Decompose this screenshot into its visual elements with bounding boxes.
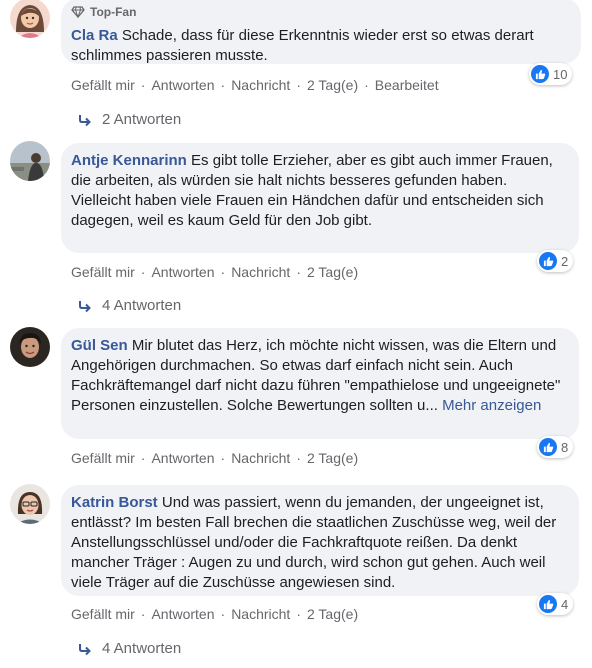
comment-actions: Gefällt mir · Antworten · Nachricht · 2 Tag… (71, 77, 439, 93)
reply-arrow-icon (79, 643, 91, 655)
message-button[interactable]: Nachricht (231, 450, 290, 466)
diamond-icon (71, 6, 85, 18)
top-fan-badge: Top-Fan (71, 4, 569, 20)
avatar[interactable] (10, 484, 50, 524)
replies-label: 2 Antworten (102, 111, 182, 128)
like-button[interactable]: Gefällt mir (71, 264, 135, 280)
avatar-photo-icon (10, 327, 50, 367)
reply-button[interactable]: Antworten (151, 450, 214, 466)
message-button[interactable]: Nachricht (231, 606, 290, 622)
comment-bubble: Antje Kennarinn Es gibt tolle Erzieher, … (61, 143, 579, 253)
avatar[interactable] (10, 0, 50, 38)
comment-bubble: Gül Sen Mir blutet das Herz, ich möchte … (61, 328, 579, 439)
comment-author[interactable]: Antje Kennarinn (71, 152, 187, 169)
like-thumb-icon (539, 438, 557, 456)
like-thumb-icon (531, 65, 549, 83)
reply-button[interactable]: Antworten (151, 77, 214, 93)
timestamp[interactable]: 2 Tag(e) (307, 264, 358, 280)
like-button[interactable]: Gefällt mir (71, 450, 135, 466)
reply-button[interactable]: Antworten (151, 264, 214, 280)
avatar[interactable] (10, 141, 50, 181)
reaction-count[interactable]: 4 (537, 593, 574, 615)
reply-button[interactable]: Antworten (151, 606, 214, 622)
badge-label: Top-Fan (90, 5, 137, 19)
reply-arrow-icon (79, 114, 91, 126)
comment-text: Schade, dass für diese Erkenntnis wieder… (71, 27, 538, 64)
reaction-number: 8 (561, 439, 569, 455)
comment-author[interactable]: Gül Sen (71, 337, 128, 354)
comment-bubble: Katrin Borst Und was passiert, wenn du j… (61, 485, 579, 596)
replies-label: 4 Antworten (102, 640, 182, 657)
view-replies-button[interactable]: 2 Antworten (78, 111, 181, 128)
timestamp[interactable]: 2 Tag(e) (307, 450, 358, 466)
like-button[interactable]: Gefällt mir (71, 606, 135, 622)
comment-author[interactable]: Katrin Borst (71, 494, 158, 511)
comment-actions: Gefällt mir · Antworten · Nachricht · 2 Tag… (71, 264, 359, 280)
view-replies-button[interactable]: 4 Antworten (78, 640, 181, 657)
replies-label: 4 Antworten (102, 297, 182, 314)
avatar-photo-icon (10, 141, 50, 181)
comment-actions: Gefällt mir · Antworten · Nachricht · 2 Tag… (71, 450, 359, 466)
like-button[interactable]: Gefällt mir (71, 77, 135, 93)
see-more-link[interactable]: Mehr anzeigen (442, 397, 541, 414)
comment-actions: Gefällt mir · Antworten · Nachricht · 2 Tag… (71, 606, 359, 622)
like-thumb-icon (539, 595, 557, 613)
message-button[interactable]: Nachricht (231, 264, 290, 280)
reaction-number: 4 (561, 596, 569, 612)
comment-author[interactable]: Cla Ra (71, 27, 118, 44)
edited-label: Bearbeitet (374, 77, 439, 93)
like-thumb-icon (539, 252, 557, 270)
avatar[interactable] (10, 327, 50, 367)
avatar-photo-icon (10, 484, 50, 524)
reaction-count[interactable]: 8 (537, 436, 574, 458)
reaction-count[interactable]: 2 (537, 250, 574, 272)
comment-bubble: Top-Fan Cla Ra Schade, dass für diese Er… (61, 0, 581, 64)
reaction-number: 10 (553, 66, 568, 82)
reaction-count[interactable]: 10 (529, 63, 573, 85)
avatar-cartoon-icon (10, 0, 50, 38)
message-button[interactable]: Nachricht (231, 77, 290, 93)
timestamp[interactable]: 2 Tag(e) (307, 606, 358, 622)
reply-arrow-icon (79, 300, 91, 312)
timestamp[interactable]: 2 Tag(e) (307, 77, 358, 93)
reaction-number: 2 (561, 253, 569, 269)
view-replies-button[interactable]: 4 Antworten (78, 297, 181, 314)
